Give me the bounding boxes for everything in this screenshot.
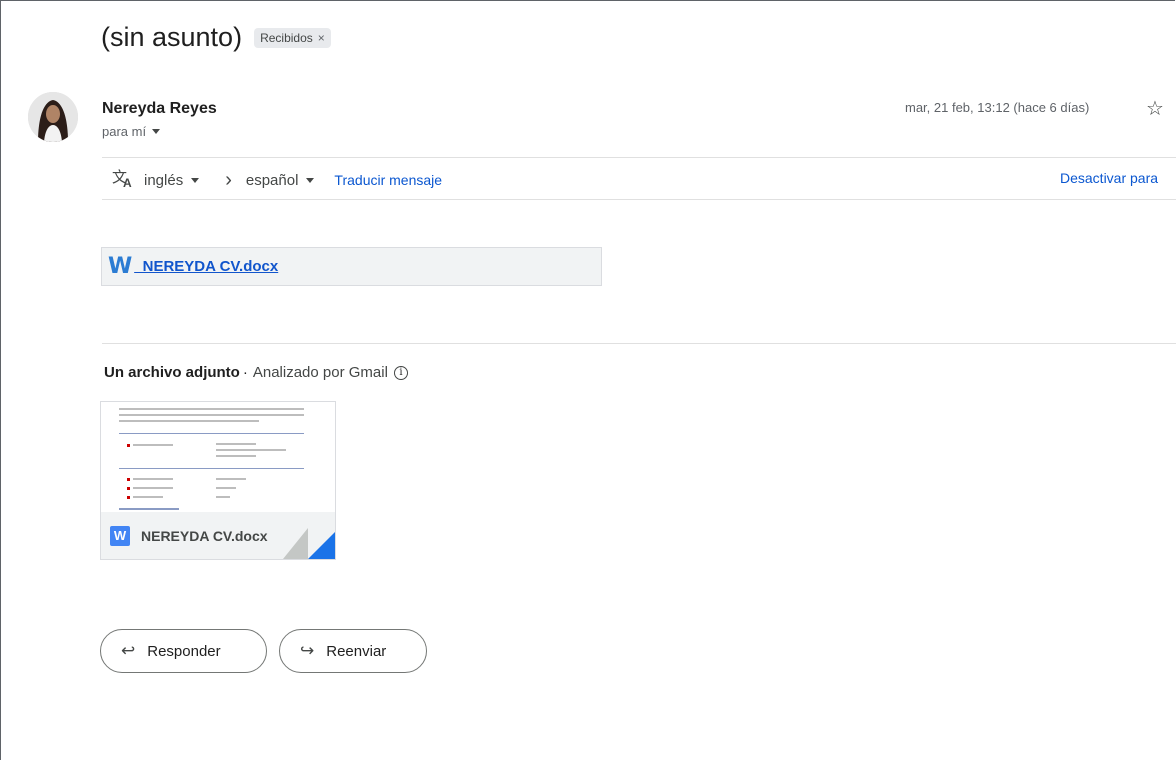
label-chip-text: Recibidos	[260, 30, 313, 45]
sender-avatar[interactable]	[28, 92, 78, 142]
email-subject: (sin asunto)	[101, 22, 243, 52]
heading-separator: ·	[242, 364, 248, 381]
reply-label: Responder	[147, 642, 221, 660]
divider	[102, 157, 1176, 158]
attachment-corner-badge	[308, 532, 335, 559]
translate-bar: 文 A inglés › español Traducir mensaje	[112, 168, 442, 192]
recipient-text: para mí	[102, 124, 147, 139]
disable-translation-link[interactable]: Desactivar para	[1060, 170, 1158, 186]
forward-button[interactable]: ↪ Reenviar	[279, 629, 427, 673]
sender-name[interactable]: Nereyda Reyes	[102, 100, 217, 118]
scanned-by-gmail: Analizado por Gmail	[252, 364, 388, 381]
subject-row: (sin asunto) Recibidos ×	[101, 22, 331, 53]
label-chip-inbox[interactable]: Recibidos ×	[254, 27, 331, 48]
star-outline-icon[interactable]: ☆	[1146, 96, 1164, 121]
chevron-right-icon: ›	[225, 168, 232, 191]
target-language-select[interactable]: español	[246, 172, 315, 189]
info-icon[interactable]: i	[393, 365, 408, 380]
recipient-toggle[interactable]: para mí	[102, 124, 161, 139]
page-fold-icon	[283, 528, 308, 559]
avatar-image	[28, 92, 78, 142]
chevron-down-icon	[191, 177, 200, 183]
inline-attachment-link-box[interactable]: W _NEREYDA CV.docx	[101, 247, 602, 286]
translate-message-link[interactable]: Traducir mensaje	[334, 172, 442, 188]
attachment-preview-thumbnail	[101, 402, 335, 512]
forward-icon: ↪	[300, 641, 315, 660]
remove-label-icon[interactable]: ×	[318, 31, 325, 45]
translate-icon: 文 A	[112, 168, 134, 192]
source-language-label: inglés	[144, 171, 184, 189]
attachments-heading: Un archivo adjunto · Analizado por Gmail…	[104, 364, 408, 381]
divider	[102, 343, 1176, 344]
inline-attachment-link[interactable]: _NEREYDA CV.docx	[134, 258, 278, 275]
word-file-icon: W	[110, 525, 130, 546]
chevron-down-icon	[152, 129, 161, 134]
attachments-count: Un archivo adjunto	[104, 364, 240, 381]
source-language-select[interactable]: inglés	[144, 171, 200, 189]
divider	[102, 199, 1176, 200]
chevron-down-icon	[306, 177, 315, 183]
attachment-file-name: NEREYDA CV.docx	[141, 527, 268, 544]
reply-icon: ↩	[121, 641, 136, 660]
word-doc-icon: W	[108, 254, 133, 279]
reply-button[interactable]: ↩ Responder	[100, 629, 267, 673]
email-date: mar, 21 feb, 13:12 (hace 6 días)	[905, 100, 1090, 115]
svg-text:A: A	[123, 176, 132, 188]
attachment-card[interactable]: W NEREYDA CV.docx	[100, 401, 336, 560]
target-language-label: español	[245, 171, 299, 189]
forward-label: Reenviar	[326, 642, 387, 660]
